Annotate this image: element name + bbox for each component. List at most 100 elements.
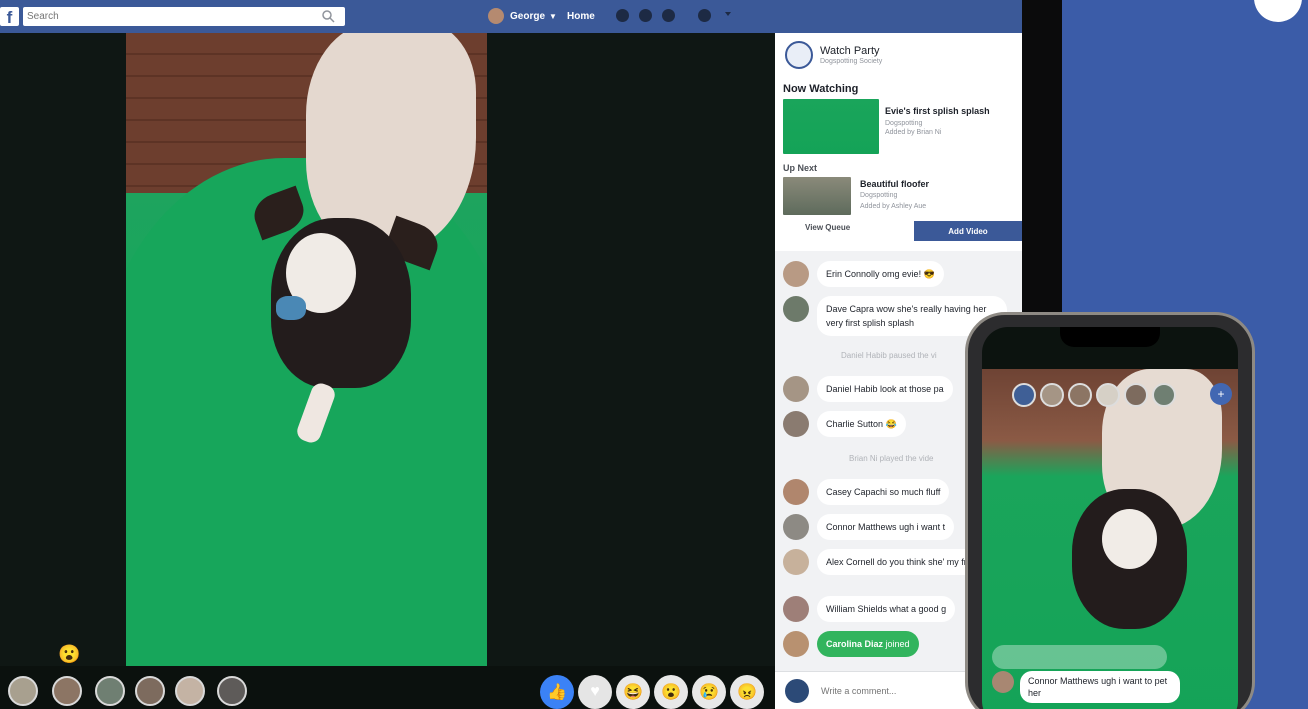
commenter-name[interactable]: William Shields [826, 604, 887, 614]
commenter-name[interactable]: Connor Matthews [826, 522, 897, 532]
wow-icon[interactable]: 😮 [654, 675, 688, 709]
message-text: look at those pa [880, 384, 944, 394]
faded-chat-bubble [992, 645, 1167, 669]
viewer-avatar[interactable] [8, 676, 38, 706]
avatar[interactable] [783, 261, 809, 287]
phone-notch [1060, 327, 1160, 347]
like-icon[interactable]: 👍 [540, 675, 574, 709]
message-text: ugh i want t [899, 522, 946, 532]
viewer-avatar[interactable] [1124, 383, 1148, 407]
viewer-avatar[interactable] [1012, 383, 1036, 407]
commenter-name[interactable]: Daniel Habib [826, 384, 878, 394]
avatar[interactable] [783, 514, 809, 540]
chat-message: Charlie Sutton 😂 [783, 411, 906, 437]
search-icon[interactable] [322, 10, 335, 23]
chat-message: Connor Matthews ugh i want t [783, 514, 955, 540]
avatar [785, 679, 809, 703]
account-menu-icon[interactable] [725, 12, 731, 16]
phone-device: + Connor Matthews ugh i want to pet her [965, 312, 1255, 709]
commenter-name[interactable]: Charlie Sutton [826, 419, 883, 429]
message-text: omg evie! 😎 [882, 269, 935, 279]
commenter-name[interactable]: Erin Connolly [826, 269, 880, 279]
user-profile-link[interactable]: George ▼ [488, 8, 557, 24]
chat-bubble: Casey Capachi so much fluff [817, 479, 950, 505]
floating-wow-reaction-icon: 😮 [58, 644, 81, 664]
user-name: George [510, 10, 546, 22]
viewer-avatar[interactable] [1152, 383, 1176, 407]
commenter-name[interactable]: Casey Capachi [826, 487, 887, 497]
viewer-avatar[interactable] [135, 676, 165, 706]
corner-badge [1254, 0, 1302, 22]
now-watching-source: Dogspotting [885, 120, 923, 127]
phone-viewer-avatars [1012, 383, 1176, 407]
now-watching-added-by: Added by Brian Ni [885, 129, 942, 136]
avatar[interactable] [783, 631, 809, 657]
commenter-name[interactable]: Dave Capra [826, 304, 874, 314]
avatar[interactable] [783, 596, 809, 622]
viewer-avatar[interactable] [1040, 383, 1064, 407]
search-box[interactable] [23, 7, 345, 26]
viewer-avatar[interactable] [95, 676, 125, 706]
avatar[interactable] [783, 549, 809, 575]
video-stage [0, 33, 775, 666]
viewer-avatar[interactable] [217, 676, 247, 706]
desktop-screen: f George ▼ Home [0, 0, 1062, 709]
sad-icon[interactable]: 😢 [692, 675, 726, 709]
avatar[interactable] [783, 376, 809, 402]
now-watching-heading: Now Watching [783, 83, 859, 95]
notifications-icon[interactable] [662, 9, 675, 22]
up-next-title[interactable]: Beautiful floofer [860, 179, 929, 189]
now-watching-thumbnail[interactable] [783, 99, 879, 154]
up-next-source: Dogspotting [860, 192, 898, 199]
love-icon[interactable]: ♥ [578, 675, 612, 709]
viewer-avatar[interactable] [1068, 383, 1092, 407]
haha-icon[interactable]: 😆 [616, 675, 650, 709]
up-next-added-by: Added by Ashley Aue [860, 203, 927, 210]
chat-message: William Shields what a good g [783, 596, 956, 622]
help-icon[interactable] [698, 9, 711, 22]
top-navigation-bar: f George ▼ Home [0, 0, 1022, 33]
up-next-thumbnail[interactable] [783, 177, 851, 215]
viewer-avatar[interactable] [175, 676, 205, 706]
viewer-avatar[interactable] [52, 676, 82, 706]
now-watching-title[interactable]: Evie's first splish splash [885, 106, 990, 116]
system-message: Daniel Habib paused the vi [841, 351, 937, 360]
avatar[interactable] [783, 411, 809, 437]
commenter-name[interactable]: Alex Cornell [826, 557, 875, 567]
avatar[interactable] [992, 671, 1014, 693]
toy-scene [276, 296, 306, 320]
chevron-down-icon: ▼ [549, 11, 557, 21]
add-video-button[interactable]: Add Video [914, 221, 1022, 241]
nav-icons [616, 9, 675, 22]
chat-bubble: Connor Matthews ugh i want t [817, 514, 955, 540]
chat-bubble: Daniel Habib look at those pa [817, 376, 953, 402]
phone-screen: + Connor Matthews ugh i want to pet her [982, 327, 1238, 709]
friend-requests-icon[interactable] [616, 9, 629, 22]
avatar[interactable] [783, 296, 809, 322]
chat-message: Erin Connolly omg evie! 😎 [783, 261, 944, 287]
joined-text: joined [885, 639, 910, 649]
video-player[interactable] [126, 33, 487, 666]
invite-icon[interactable]: + [1210, 383, 1232, 405]
phone-chat-message: Connor Matthews ugh i want to pet her [992, 671, 1180, 703]
group-name-link[interactable]: Dogspotting Society [820, 58, 882, 65]
phone-chat-bubble: Connor Matthews ugh i want to pet her [1020, 671, 1180, 703]
up-next-heading: Up Next [783, 163, 818, 173]
commenter-name[interactable]: Connor Matthews [1028, 676, 1099, 686]
messenger-icon[interactable] [639, 9, 652, 22]
angry-icon[interactable]: 😠 [730, 675, 764, 709]
chat-message: Casey Capachi so much fluff [783, 479, 950, 505]
message-text: 😂 [885, 419, 897, 429]
search-input[interactable] [27, 9, 307, 24]
chat-bubble: William Shields what a good g [817, 596, 956, 622]
group-avatar [785, 41, 813, 69]
chat-joined-message: Carolina Diaz joined [783, 631, 919, 657]
system-message: Brian Ni played the vide [849, 454, 934, 463]
avatar[interactable] [783, 479, 809, 505]
facebook-logo-icon[interactable]: f [0, 7, 19, 27]
viewer-avatar[interactable] [1096, 383, 1120, 407]
joined-user-name[interactable]: Carolina Diaz [826, 639, 883, 649]
home-link[interactable]: Home [567, 11, 595, 22]
view-queue-button[interactable]: View Queue [805, 223, 850, 232]
watch-party-title: Watch Party [820, 45, 880, 57]
